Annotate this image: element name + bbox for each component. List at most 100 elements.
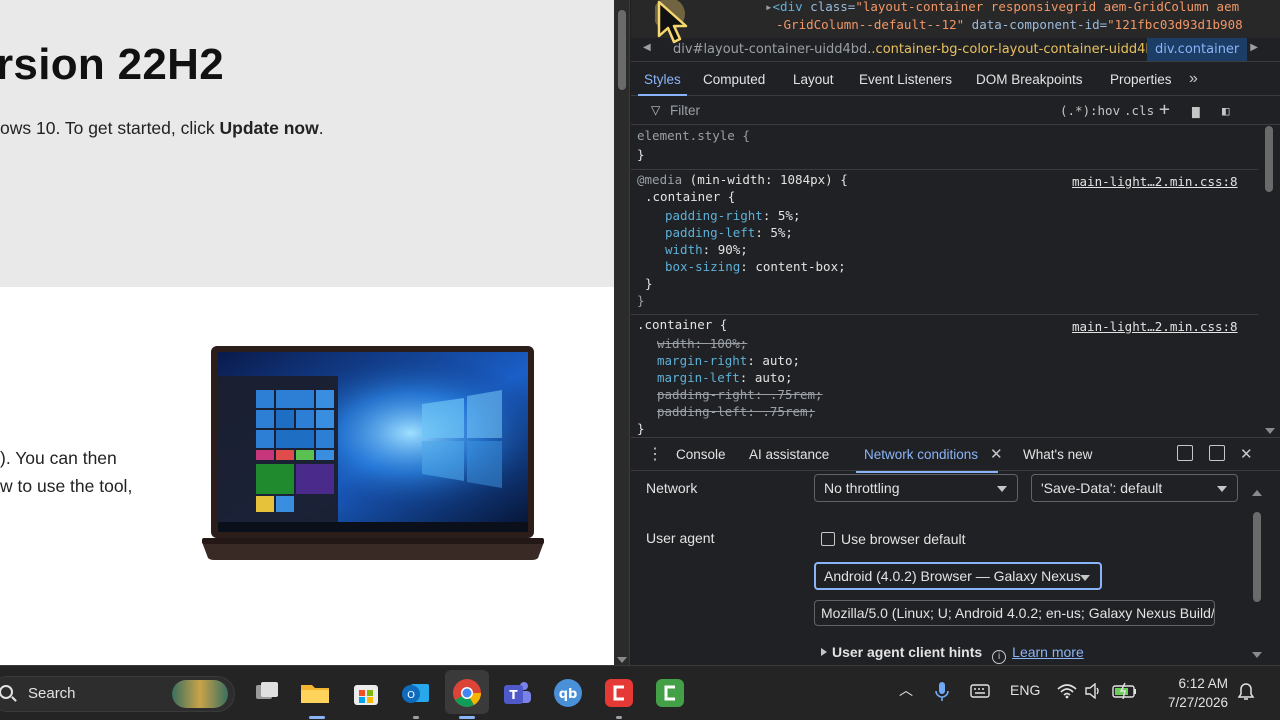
language-indicator[interactable]: ENG (1010, 682, 1040, 698)
wifi-icon[interactable] (1057, 683, 1077, 699)
microsoft-store-icon[interactable] (349, 676, 383, 710)
css-prop-name: margin-left (657, 370, 740, 385)
tab-styles[interactable]: Styles (638, 72, 687, 96)
css-declaration-overridden[interactable]: width: 100%; (657, 336, 747, 351)
class-toggle[interactable]: .cls (1124, 103, 1154, 118)
css-declaration-overridden[interactable]: padding-right: .75rem; (657, 387, 823, 402)
tray-overflow-chevron-icon[interactable]: ︿ (899, 680, 913, 700)
hover-state-toggle[interactable]: :hov (1090, 103, 1120, 118)
close-drawer-icon[interactable]: ✕ (1240, 445, 1253, 463)
notification-bell-icon[interactable] (1236, 682, 1256, 702)
breadcrumb-parent-id: div#layout-container-uidd4bd (673, 42, 868, 57)
file-explorer-icon[interactable] (298, 676, 332, 710)
container-selector[interactable]: .container { (645, 189, 735, 204)
green-app-icon[interactable] (653, 676, 687, 710)
element-style-selector[interactable]: element.style { (637, 128, 750, 143)
styles-scroll-down-icon[interactable] (1265, 428, 1275, 434)
breadcrumb-left-icon[interactable]: ◀ (643, 42, 651, 53)
drawer-tabbar: ⋮ Console AI assistance Network conditio… (631, 437, 1280, 473)
intro-text: ows 10. To get started, click Update now… (0, 118, 324, 139)
outlook-icon[interactable]: O (399, 676, 433, 710)
user-agent-select[interactable]: Android (4.0.2) Browser — Galaxy Nexus (814, 562, 1102, 590)
chrome-icon[interactable] (450, 676, 484, 710)
more-tabs-icon[interactable]: » (1189, 70, 1198, 88)
expand-arrow-icon[interactable]: ▸ (765, 0, 773, 14)
page-scrollbar-thumb[interactable] (618, 10, 626, 90)
task-view-icon[interactable] (250, 676, 284, 710)
scroll-down-arrow-icon[interactable] (617, 657, 627, 663)
css-declaration-overridden[interactable]: padding-left: .75rem; (657, 404, 815, 419)
panel-scroll-down-icon[interactable] (1252, 652, 1262, 658)
css-declaration[interactable]: width: 90%; (665, 242, 748, 257)
teams-icon[interactable]: T (500, 676, 534, 710)
throttling-value: No throttling (824, 480, 900, 496)
save-data-select[interactable]: 'Save-Data': default (1031, 474, 1238, 502)
css-declaration[interactable]: padding-left: 5%; (665, 225, 793, 240)
media-rule-source-link[interactable]: main-light…2.min.css:8 (1072, 174, 1238, 189)
tab-dom-breakpoints[interactable]: DOM Breakpoints (976, 72, 1083, 87)
css-declaration[interactable]: margin-left: auto; (657, 370, 793, 385)
panel-scrollbar-thumb[interactable] (1253, 512, 1261, 602)
red-app-icon[interactable] (602, 676, 636, 710)
drawer-tab-whats-new[interactable]: What's new (1023, 447, 1092, 462)
css-declaration[interactable]: margin-right: auto; (657, 353, 800, 368)
volume-icon[interactable] (1084, 683, 1102, 699)
use-browser-default-checkbox[interactable] (821, 532, 835, 546)
search-label: Search (28, 685, 76, 702)
tab-layout[interactable]: Layout (793, 72, 834, 87)
undock-drawer-icon[interactable] (1209, 445, 1225, 461)
container-rule-source-link[interactable]: main-light…2.min.css:8 (1072, 319, 1238, 334)
panel-scroll-up-icon[interactable] (1252, 490, 1262, 496)
styles-scrollbar[interactable] (1258, 126, 1280, 436)
css-prop-name: padding-left (657, 404, 748, 419)
throttling-select[interactable]: No throttling (814, 474, 1018, 502)
breadcrumb-item-selected[interactable]: div.container (1147, 38, 1248, 61)
user-agent-label: User agent (646, 530, 715, 546)
dom-attr-class: class= (802, 0, 856, 14)
filter-input[interactable]: Filter (670, 103, 700, 118)
css-prop-value: auto; (754, 370, 793, 385)
learn-more-link[interactable]: Learn more (1012, 644, 1084, 660)
hero-section: rsion 22H2 ows 10. To get started, click… (0, 0, 614, 287)
expand-triangle-icon[interactable] (821, 648, 827, 656)
page-scrollbar[interactable] (614, 0, 630, 665)
intro-suffix: . (318, 118, 324, 138)
drawer-menu-icon[interactable]: ⋮ (647, 444, 663, 464)
css-declaration[interactable]: box-sizing: content-box; (665, 259, 846, 274)
taskbar-search[interactable]: Search (0, 676, 235, 712)
new-rule-icon[interactable]: + (1159, 99, 1170, 120)
tab-event-listeners[interactable]: Event Listeners (859, 72, 952, 87)
dock-side-icon[interactable] (1177, 445, 1193, 461)
breadcrumb-right-icon[interactable]: ▶ (1250, 42, 1258, 53)
styles-scrollbar-thumb[interactable] (1265, 126, 1273, 192)
qbittorrent-icon[interactable]: qb (551, 676, 585, 710)
dom-tree-snippet[interactable]: ▸<div class="layout-container responsive… (631, 0, 1280, 38)
drawer-tab-ai-assistance[interactable]: AI assistance (749, 447, 829, 462)
network-label: Network (646, 480, 698, 496)
drawer-tab-console[interactable]: Console (676, 447, 726, 462)
use-browser-default-label[interactable]: Use browser default (841, 531, 966, 547)
breadcrumb-item-parent[interactable]: div#layout-container-uidd4bd..container-… (673, 42, 1162, 57)
microphone-icon[interactable] (934, 681, 950, 703)
regex-toggle[interactable]: (.*) (1060, 103, 1090, 118)
update-now-link[interactable]: Update now (220, 118, 319, 138)
paint-brush-icon[interactable]: ▆ (1192, 103, 1200, 118)
media-close-brace: } (637, 293, 645, 308)
user-agent-string-input[interactable]: Mozilla/5.0 (Linux; U; Android 4.0.2; en… (814, 600, 1215, 626)
css-prop-value: 5%; (777, 208, 801, 223)
keyboard-icon[interactable] (970, 684, 990, 698)
system-clock[interactable]: 6:12 AM 7/27/2026 (1150, 674, 1228, 712)
tab-properties[interactable]: Properties (1110, 72, 1172, 87)
toggle-sidebar-icon[interactable]: ◧ (1222, 103, 1230, 118)
dom-attr-value-3: "121fbc03d93d1b908 (1107, 17, 1243, 32)
styles-filter-bar: ▽ Filter (.*) :hov .cls + ▆ ◧ (631, 97, 1280, 125)
tab-computed[interactable]: Computed (703, 72, 765, 87)
container-selector-2[interactable]: .container { (637, 317, 727, 332)
battery-charging-icon[interactable] (1112, 682, 1138, 700)
css-declaration[interactable]: padding-right: 5%; (665, 208, 800, 223)
drawer-tab-network-conditions[interactable]: Network conditions (855, 447, 999, 473)
client-hints-toggle[interactable]: User agent client hints (832, 644, 982, 660)
close-tab-icon[interactable]: ✕ (990, 445, 1003, 463)
css-prop-name: width (657, 336, 695, 351)
css-prop-value: 100%; (709, 336, 748, 351)
